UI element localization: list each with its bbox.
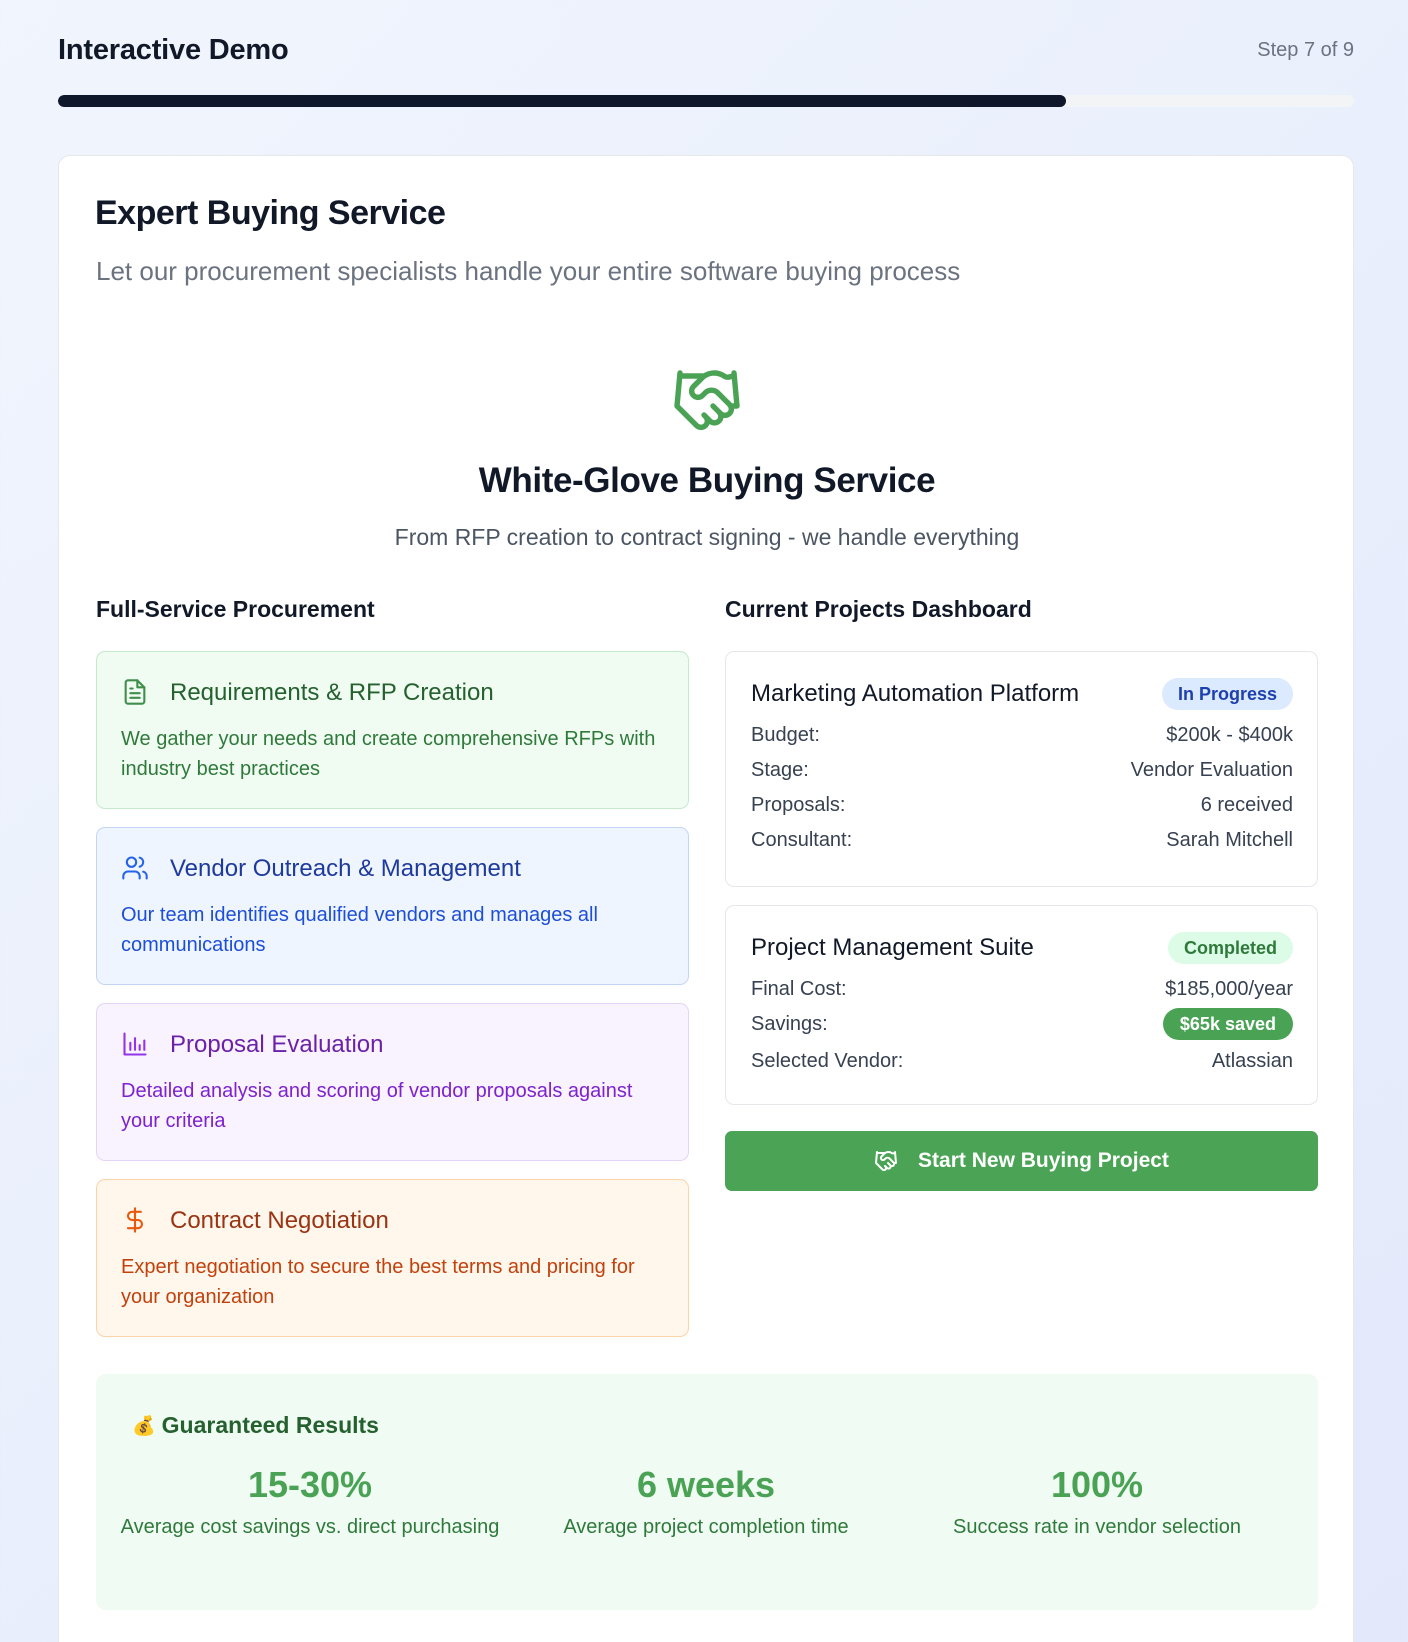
handshake-icon bbox=[674, 370, 740, 430]
row-label: Stage: bbox=[751, 758, 809, 781]
row-value: Sarah Mitchell bbox=[1166, 828, 1293, 851]
row-label: Final Cost: bbox=[751, 977, 847, 1000]
project-name: Marketing Automation Platform bbox=[751, 680, 1080, 707]
row-label: Consultant: bbox=[751, 828, 853, 851]
project-row: Stage: Vendor Evaluation bbox=[751, 755, 1293, 785]
bar-chart-icon bbox=[123, 1032, 147, 1056]
row-value: $200k - $400k bbox=[1166, 723, 1293, 746]
project-row: Final Cost: $185,000/year bbox=[751, 974, 1293, 1004]
demo-header: Interactive Demo Step 7 of 9 bbox=[58, 28, 1354, 72]
dollar-icon bbox=[126, 1207, 144, 1233]
button-label: Start New Buying Project bbox=[918, 1149, 1169, 1172]
savings-badge: $65k saved bbox=[1162, 1008, 1293, 1040]
stat-value: 15-30% bbox=[247, 1464, 373, 1505]
page-subtitle: Let our procurement specialists handle y… bbox=[96, 256, 961, 286]
hero-subtitle: From RFP creation to contract signing - … bbox=[394, 524, 1020, 550]
row-value: 6 received bbox=[1200, 793, 1293, 816]
results-heading: 💰 Guaranteed Results bbox=[132, 1412, 379, 1439]
status-badge: In Progress bbox=[1161, 678, 1293, 710]
guaranteed-results-panel: 💰 Guaranteed Results 15-30% Average cost… bbox=[96, 1374, 1318, 1610]
dashboard-heading: Current Projects Dashboard bbox=[725, 596, 1032, 622]
project-row: Proposals: 6 received bbox=[751, 790, 1293, 820]
content-card: Expert Buying Service Let our procuremen… bbox=[58, 155, 1354, 1642]
status-badge: Completed bbox=[1167, 932, 1293, 964]
stat-value: 100% bbox=[1050, 1464, 1144, 1505]
stat-cost-savings: 15-30% Average cost savings vs. direct p… bbox=[120, 1464, 500, 1542]
hero-title: White-Glove Buying Service bbox=[478, 461, 936, 500]
service-title: Proposal Evaluation bbox=[170, 1031, 384, 1058]
project-name: Project Management Suite bbox=[751, 934, 1034, 961]
service-card-contract-negotiation: Contract Negotiation Expert negotiation … bbox=[96, 1179, 689, 1337]
project-row: Savings: $65k saved bbox=[751, 1008, 1293, 1040]
project-card-marketing-automation[interactable]: Marketing Automation Platform In Progres… bbox=[725, 651, 1318, 887]
step-indicator: Step 7 of 9 bbox=[1257, 38, 1354, 61]
service-card-rfp: Requirements & RFP Creation We gather yo… bbox=[96, 651, 689, 809]
service-description: We gather your needs and create comprehe… bbox=[121, 728, 656, 780]
row-label: Proposals: bbox=[751, 793, 846, 816]
service-card-proposal-evaluation: Proposal Evaluation Detailed analysis an… bbox=[96, 1003, 689, 1161]
service-description: Our team identifies qualified vendors an… bbox=[121, 904, 598, 956]
stat-label: Average project completion time bbox=[563, 1516, 849, 1538]
start-new-project-button[interactable]: Start New Buying Project bbox=[725, 1131, 1318, 1191]
stat-success-rate: 100% Success rate in vendor selection bbox=[907, 1464, 1287, 1542]
stat-value: 6 weeks bbox=[636, 1464, 776, 1505]
row-value: $185,000/year bbox=[1165, 977, 1293, 1000]
service-card-vendor-outreach: Vendor Outreach & Management Our team id… bbox=[96, 827, 689, 985]
project-row: Selected Vendor: Atlassian bbox=[751, 1046, 1293, 1076]
service-title: Requirements & RFP Creation bbox=[170, 679, 494, 706]
demo-title: Interactive Demo bbox=[58, 33, 289, 66]
service-title: Vendor Outreach & Management bbox=[170, 855, 521, 882]
handshake-icon bbox=[875, 1151, 898, 1172]
stat-label: Success rate in vendor selection bbox=[953, 1516, 1241, 1538]
stat-completion-time: 6 weeks Average project completion time bbox=[516, 1464, 896, 1542]
row-label: Savings: bbox=[751, 1012, 828, 1035]
progress-bar-fill bbox=[58, 95, 1067, 107]
project-row: Consultant: Sarah Mitchell bbox=[751, 825, 1293, 855]
row-label: Selected Vendor: bbox=[751, 1049, 904, 1072]
money-bag-icon: 💰 bbox=[132, 1415, 156, 1437]
service-description: Detailed analysis and scoring of vendor … bbox=[121, 1080, 633, 1132]
services-heading: Full-Service Procurement bbox=[96, 596, 375, 622]
results-heading-text: Guaranteed Results bbox=[161, 1412, 379, 1438]
project-row: Budget: $200k - $400k bbox=[751, 720, 1293, 750]
row-value: Atlassian bbox=[1211, 1049, 1293, 1072]
row-value: Vendor Evaluation bbox=[1130, 758, 1293, 781]
project-card-project-management[interactable]: Project Management Suite Completed Final… bbox=[725, 905, 1318, 1105]
stat-label: Average cost savings vs. direct purchasi… bbox=[120, 1516, 500, 1538]
page-title: Expert Buying Service bbox=[95, 194, 446, 232]
service-description: Expert negotiation to secure the best te… bbox=[121, 1256, 635, 1308]
document-icon bbox=[124, 679, 146, 705]
row-label: Budget: bbox=[751, 723, 820, 746]
service-title: Contract Negotiation bbox=[170, 1207, 389, 1234]
progress-bar bbox=[58, 95, 1354, 107]
users-icon bbox=[122, 856, 148, 880]
